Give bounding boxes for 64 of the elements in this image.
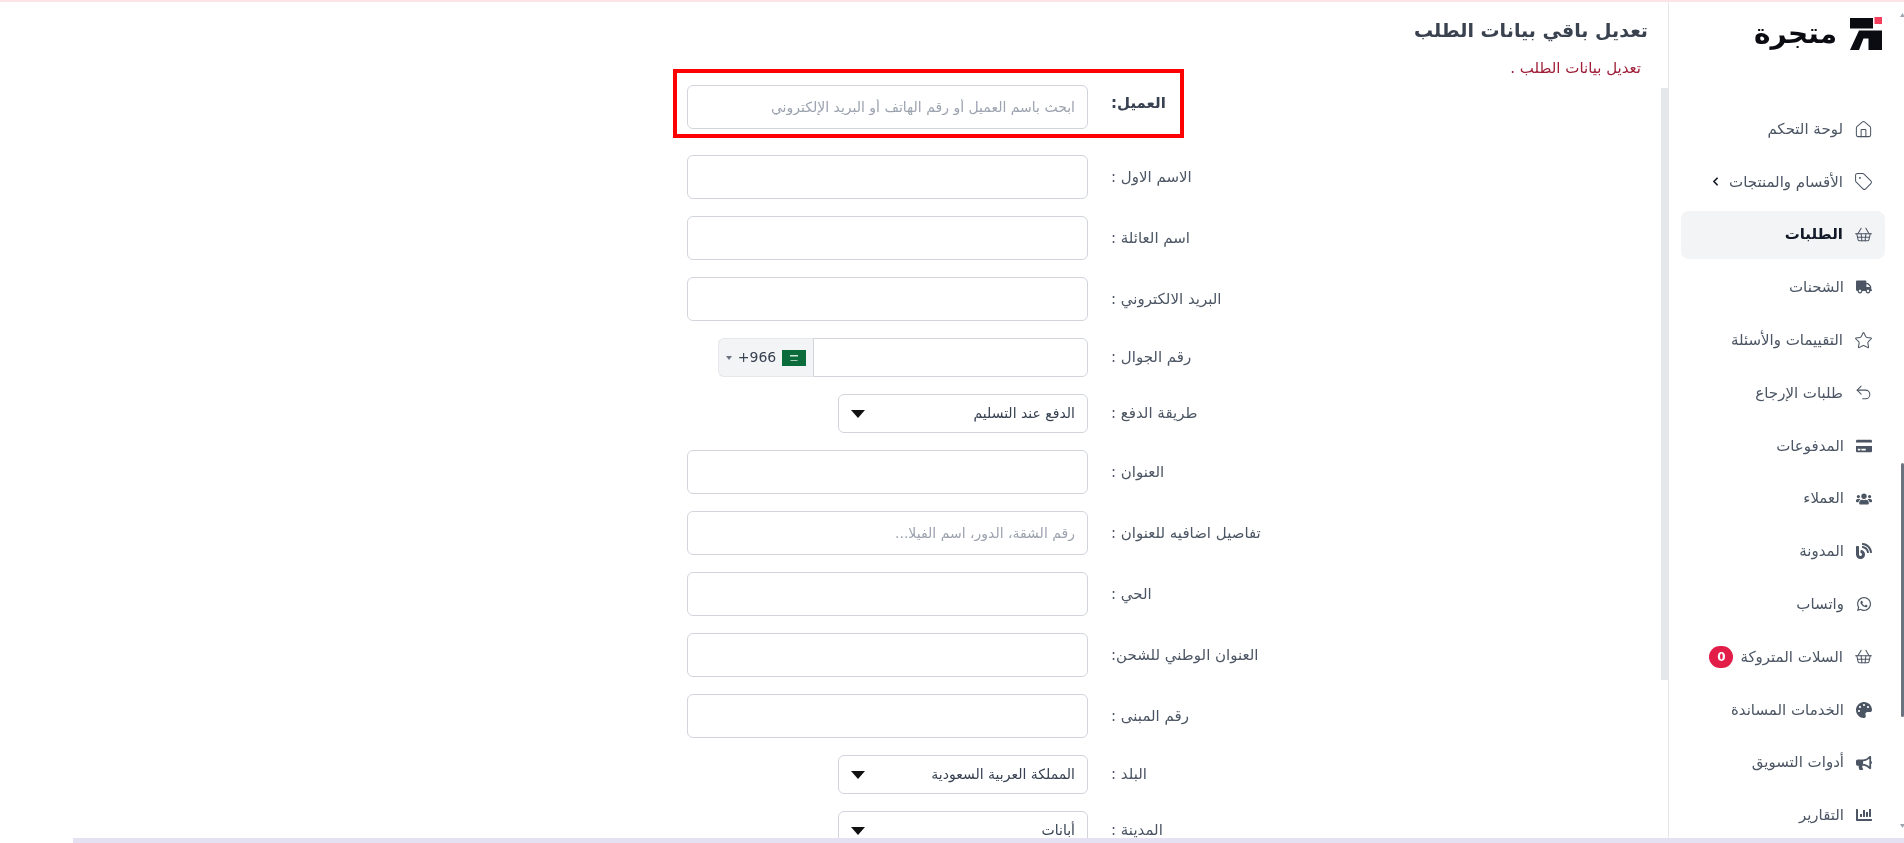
sidebar-item[interactable]: أدوات التسويق xyxy=(1681,738,1885,787)
text-field[interactable]: رقم الشقة، الدور، اسم الفيلا... xyxy=(687,511,1088,555)
sidebar-item[interactable]: المدونة xyxy=(1681,527,1885,576)
sidebar-item[interactable]: الطلبات xyxy=(1681,210,1885,259)
field-label: الاسم الاول : xyxy=(1111,166,1192,188)
sidebar-item[interactable]: التقارير xyxy=(1681,791,1885,838)
field-label: العنوان : xyxy=(1111,461,1165,483)
caret-icon xyxy=(851,826,865,835)
scroll-down-icon[interactable] xyxy=(1899,824,1904,828)
scrollbar-thumb[interactable] xyxy=(73,838,1904,843)
sidebar-item[interactable]: العملاء xyxy=(1681,474,1885,523)
sidebar-item[interactable]: الخدمات المساندة xyxy=(1681,685,1885,734)
logo-icon xyxy=(1850,17,1882,50)
chat-phone-icon xyxy=(1856,596,1872,613)
scrollbar-thumb[interactable] xyxy=(1661,88,1668,680)
tag-icon xyxy=(1854,172,1873,192)
truck-icon xyxy=(1856,279,1872,296)
scroll-up-icon[interactable] xyxy=(1899,13,1904,17)
caret-icon xyxy=(851,770,865,779)
flag-icon xyxy=(782,349,807,366)
caret-icon xyxy=(725,355,732,360)
sidebar-item[interactable]: الشحنات xyxy=(1681,263,1885,312)
palette-icon xyxy=(1856,701,1872,718)
field-label: المدينة : xyxy=(1111,820,1163,838)
field-label: رقم المبنى : xyxy=(1111,705,1189,727)
page-subtitle: تعديل بيانات الطلب . xyxy=(1509,58,1641,79)
country-code-button[interactable]: +966 xyxy=(718,338,813,377)
text-field[interactable] xyxy=(687,216,1088,260)
dropdown[interactable]: أبانات xyxy=(838,811,1088,838)
field-label: اسم العائلة : xyxy=(1111,227,1191,249)
phone-field[interactable] xyxy=(813,338,1088,377)
sidebar-item[interactable]: الأقسام والمنتجات xyxy=(1681,157,1885,206)
field-label: البريد الالكتروني : xyxy=(1111,288,1222,311)
caret-icon xyxy=(851,409,865,418)
field-label: العنوان الوطني للشحن: xyxy=(1111,644,1259,667)
field-label: العميل: xyxy=(1111,92,1166,114)
credit-card-icon xyxy=(1856,437,1872,454)
text-field[interactable] xyxy=(687,633,1088,677)
blog-icon xyxy=(1856,543,1872,560)
text-field[interactable] xyxy=(687,155,1088,199)
field-label: رقم الجوال : xyxy=(1111,347,1192,369)
sidebar-item[interactable]: لوحة التحكم xyxy=(1681,105,1885,153)
text-field[interactable] xyxy=(687,277,1088,321)
logo-text: متجرة xyxy=(1754,18,1837,49)
count-badge: 0 xyxy=(1709,645,1734,668)
dropdown[interactable]: المملكة العربية السعودية xyxy=(838,755,1088,794)
megaphone-icon xyxy=(1856,754,1872,771)
field-label: طريقة الدفع : xyxy=(1111,403,1198,425)
scrollbar-thumb[interactable] xyxy=(1900,463,1904,717)
home-icon xyxy=(1854,119,1873,139)
field-label: الحي : xyxy=(1111,583,1152,606)
bar-chart-icon xyxy=(1856,807,1872,824)
field-label: تفاصيل اضافيه للعنوان : xyxy=(1111,522,1261,544)
text-field[interactable] xyxy=(687,572,1088,616)
field-label: البلد : xyxy=(1111,764,1147,786)
sidebar-item[interactable]: المدفوعات xyxy=(1681,421,1885,470)
text-field[interactable] xyxy=(687,694,1088,738)
text-field[interactable] xyxy=(687,450,1088,494)
page-title: تعديل باقي بيانات الطلب xyxy=(1412,18,1648,44)
sidebar-item[interactable]: طلبات الإرجاع xyxy=(1681,369,1885,417)
star-icon xyxy=(1854,330,1873,350)
sidebar-item[interactable]: التقييمات والأسئلة xyxy=(1681,316,1885,365)
dropdown[interactable]: الدفع عند التسليم xyxy=(838,394,1088,433)
sidebar-item[interactable]: واتساب xyxy=(1681,580,1885,629)
